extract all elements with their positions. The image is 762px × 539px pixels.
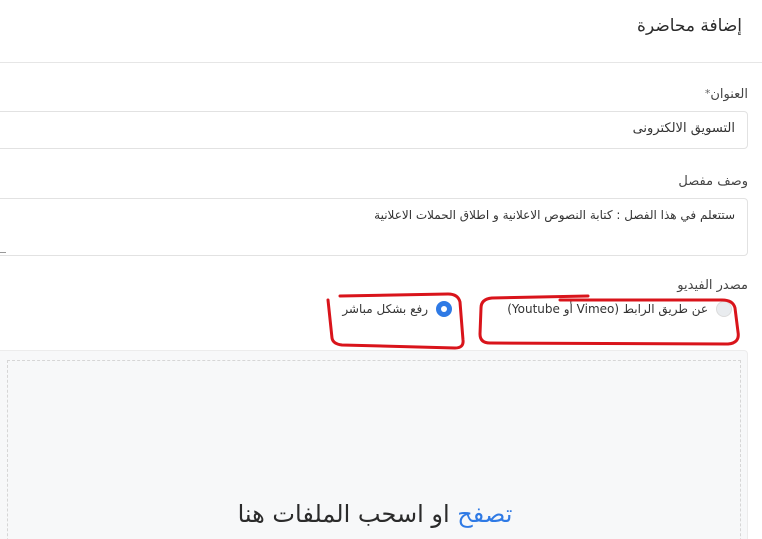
textarea-resize-icon[interactable]	[0, 246, 6, 253]
radio-option-link-label: عن طريق الرابط (Vimeo أو Youtube)	[507, 302, 708, 316]
title-label-text: العنوان	[710, 87, 748, 102]
title-input-value: التسويق الالكترونى	[632, 121, 735, 136]
description-label: وصف مفصل	[678, 174, 748, 189]
description-value: ستتعلم في هذا الفصل : كتابة النصوص الاعل…	[374, 208, 735, 222]
header-divider	[0, 62, 762, 63]
video-source-label: مصدر الفيديو	[677, 278, 748, 293]
description-textarea[interactable]: ستتعلم في هذا الفصل : كتابة النصوص الاعل…	[0, 198, 748, 256]
modal-title: إضافة محاضرة	[637, 16, 742, 36]
radio-unselected-icon[interactable]	[716, 301, 732, 317]
add-lecture-modal: إضافة محاضرة العنوان* التسويق الالكترونى…	[0, 0, 762, 539]
dropzone-hint: او اسحب الملفات هنا	[237, 500, 458, 528]
radio-option-direct-upload[interactable]: رفع بشكل مباشر	[342, 301, 452, 317]
radio-option-link[interactable]: عن طريق الرابط (Vimeo أو Youtube)	[507, 301, 732, 317]
dropzone-text: تصفح او اسحب الملفات هنا	[0, 500, 750, 528]
title-input[interactable]: التسويق الالكترونى	[0, 111, 748, 149]
title-label: العنوان*	[705, 87, 748, 102]
radio-option-direct-label: رفع بشكل مباشر	[342, 302, 428, 316]
browse-link[interactable]: تصفح	[457, 500, 512, 528]
radio-selected-icon[interactable]	[436, 301, 452, 317]
